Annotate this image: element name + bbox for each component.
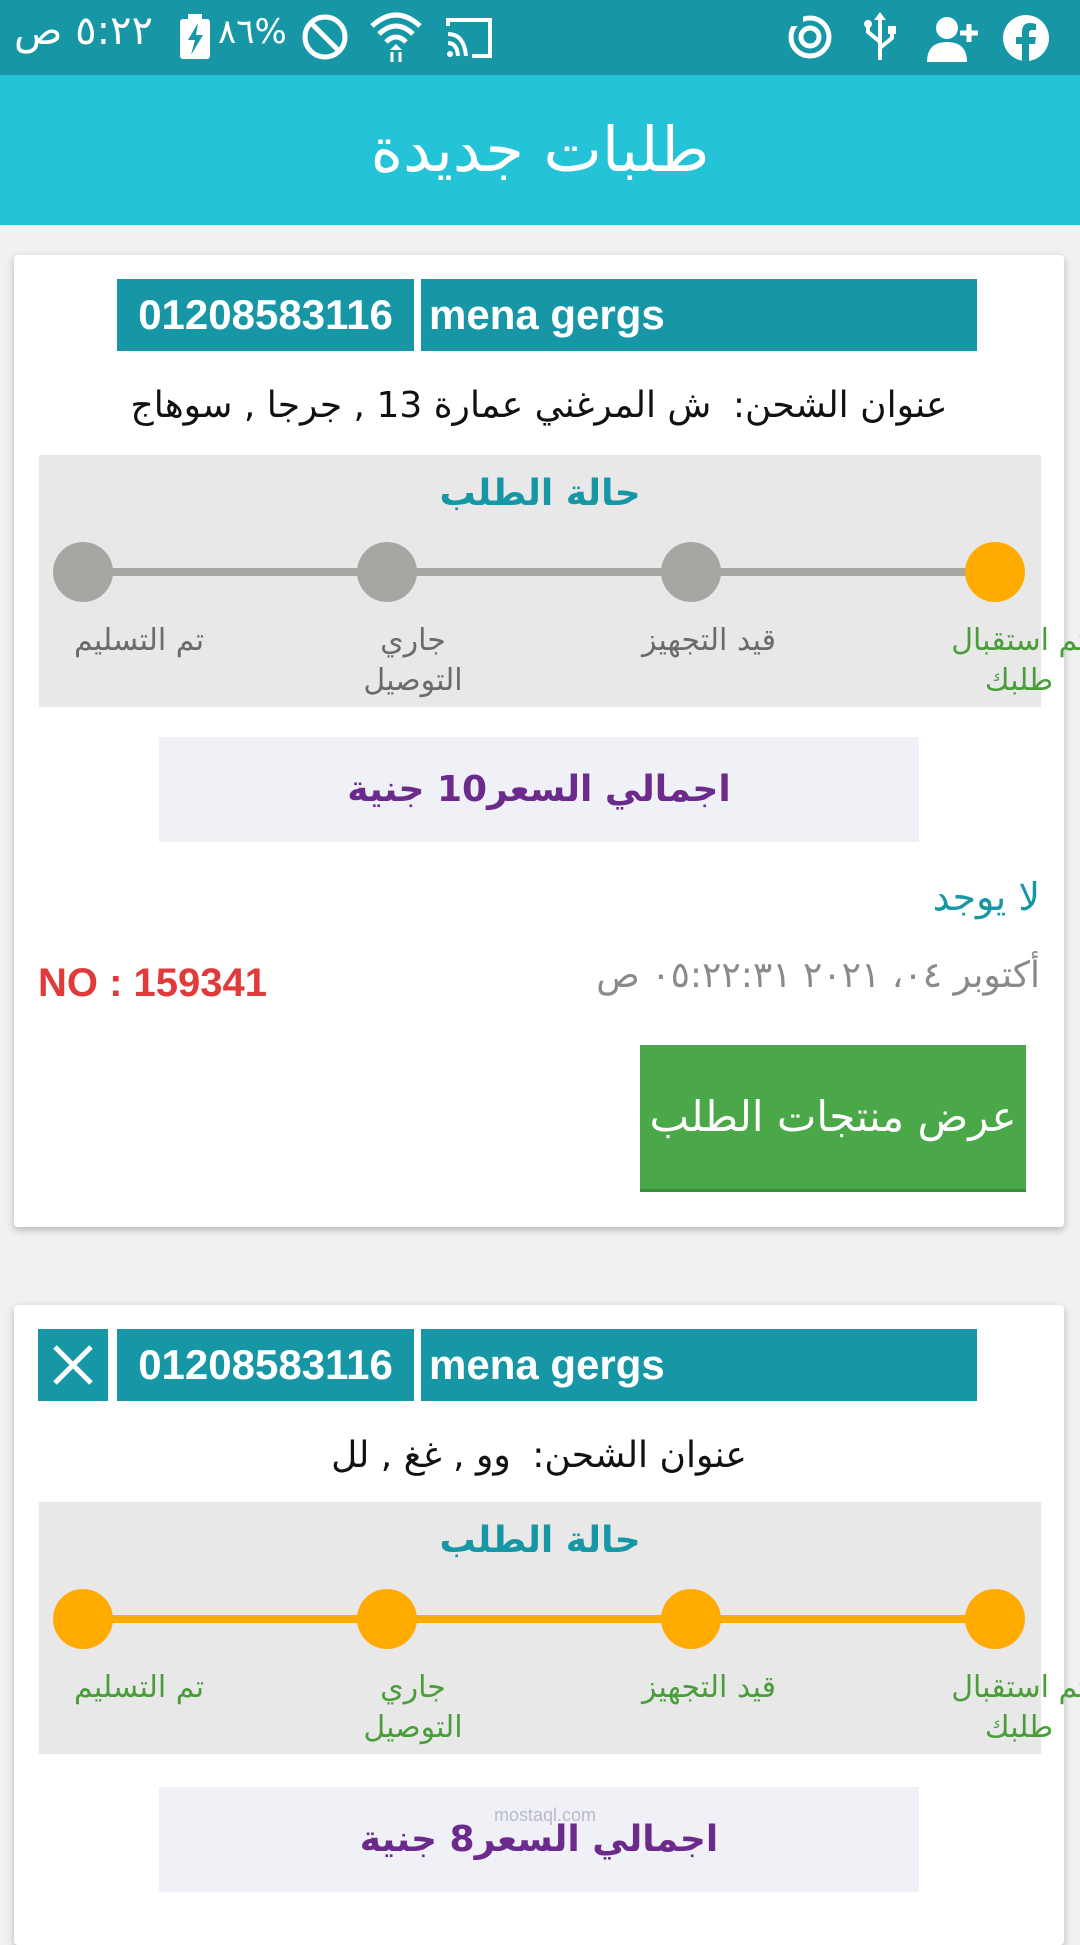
order-total: اجمالي السعر10 جنية [159, 737, 919, 842]
page-title: طلبات جديدة [370, 113, 710, 186]
status-track-complete [83, 1615, 1003, 1623]
order-status-panel: حالة الطلب تم استقبال طلبك قيد التجهيز ج… [39, 455, 1080, 707]
order-status-title: حالة الطلب [439, 473, 641, 514]
shipping-address-label: عنوان الشحن: [732, 385, 948, 426]
order-notes: لا يوجد [932, 875, 1040, 919]
shipping-address-value: وو , غغ , لل [331, 1435, 511, 1476]
close-icon [53, 1345, 93, 1385]
step-shipping-dot [357, 1589, 417, 1649]
customer-name: mena gergs [421, 1329, 977, 1401]
step-preparing-label: قيد التجهيز [641, 1670, 776, 1705]
customer-phone: 01208583116 [117, 279, 414, 351]
step-shipping-label: جاري التوصيل [363, 1670, 463, 1745]
order-date: أكتوبر ٠٤، ٢٠٢١ ٠٥:٢٢:٣١ ص [596, 955, 1040, 996]
usb-icon [864, 12, 896, 60]
cast-icon [446, 18, 492, 58]
step-delivered-dot [53, 1589, 113, 1649]
watermark: mostaql.com [493, 1805, 597, 1825]
do-not-disturb-icon [302, 14, 348, 60]
step-shipping-label: جاري التوصيل [363, 623, 463, 698]
step-shipping-dot [357, 542, 417, 602]
facebook-icon [1003, 15, 1049, 62]
add-user-icon [927, 17, 978, 62]
app-bar: طلبات جديدة [0, 75, 1080, 225]
battery-charging-icon [180, 14, 210, 59]
step-delivered-label: تم التسليم [73, 623, 205, 658]
step-received-dot [965, 1589, 1025, 1649]
step-preparing-label: قيد التجهيز [641, 623, 776, 658]
customer-phone: 01208583116 [117, 1329, 414, 1401]
step-delivered-dot [53, 542, 113, 602]
step-received-label: تم استقبال طلبك [951, 1670, 1080, 1745]
order-card: 01208583116 mena gergs عنوان الشحن: وو ,… [14, 1305, 1080, 1945]
order-status-panel: حالة الطلب تم استقبال طلبك قيد التجهيز ج… [39, 1502, 1080, 1754]
shipping-address-label: عنوان الشحن: [532, 1435, 747, 1476]
battery-level: %٨٦ [218, 12, 287, 52]
wifi-icon [370, 12, 422, 62]
order-number: NO : 159341 [38, 961, 268, 1005]
step-preparing-dot [661, 1589, 721, 1649]
view-order-products-button[interactable]: عرض منتجات الطلب [640, 1045, 1026, 1192]
step-delivered-label: تم التسليم [73, 1670, 205, 1705]
sync-icon [788, 15, 832, 59]
shipping-address-value: ش المرغني عمارة 13 , جرجا , سوهاج [130, 385, 712, 426]
status-time: ٥:٢٢ ص [14, 8, 154, 54]
customer-name: mena gergs [421, 279, 977, 351]
step-preparing-dot [661, 542, 721, 602]
order-status-title: حالة الطلب [439, 1520, 641, 1561]
order-total: اجمالي السعر8 جنية [159, 1787, 919, 1892]
shipping-address: عنوان الشحن: ش المرغني عمارة 13 , جرجا ,… [14, 385, 1064, 426]
step-received-dot [965, 542, 1025, 602]
delete-order-button[interactable] [38, 1329, 108, 1401]
shipping-address: عنوان الشحن: وو , غغ , لل [14, 1435, 1064, 1476]
order-card: 01208583116 mena gergs عنوان الشحن: ش ال… [14, 255, 1080, 1227]
step-received-label: تم استقبال طلبك [951, 623, 1080, 698]
status-bar: ٥:٢٢ ص %٨٦ [0, 0, 1080, 75]
